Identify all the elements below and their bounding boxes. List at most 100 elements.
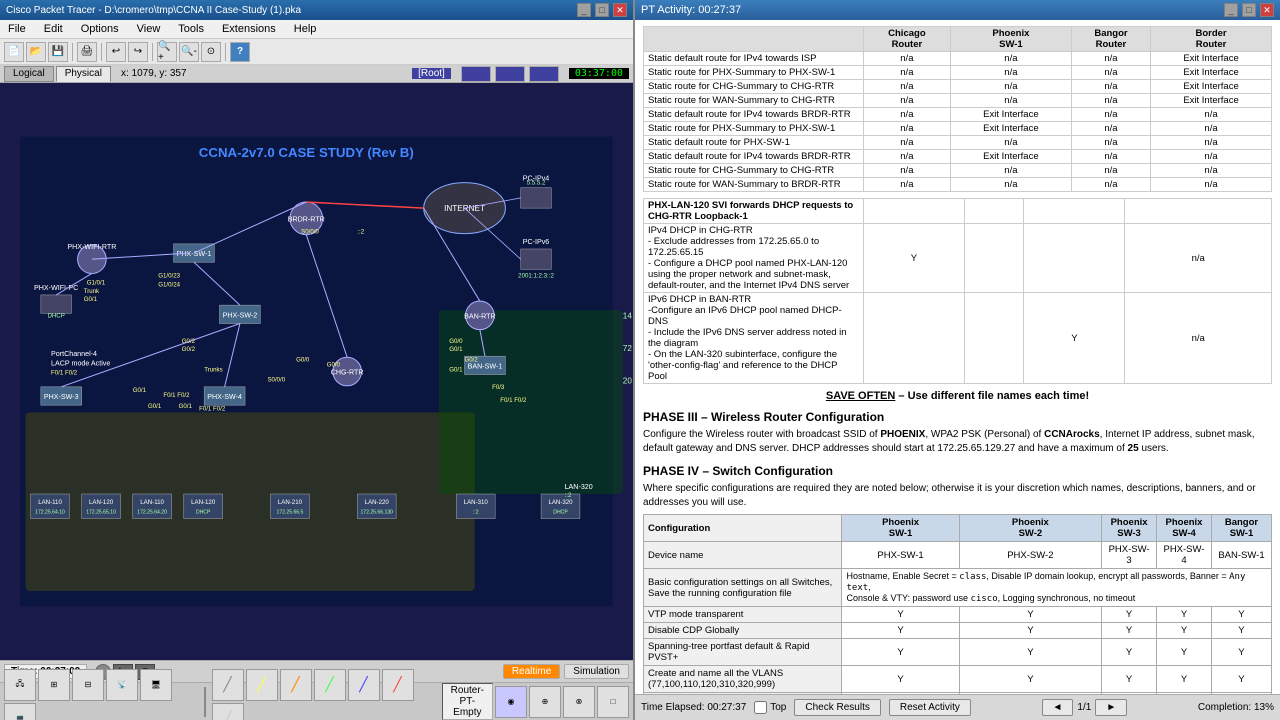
route-cell-8-4: n/a [1151, 164, 1272, 178]
save-suffix: – Use different file names each time! [898, 390, 1089, 402]
physical-tab[interactable]: Physical [56, 66, 111, 82]
svg-text:PortChannel-4: PortChannel-4 [51, 350, 97, 358]
menu-tools[interactable]: Tools [174, 22, 208, 36]
nav-btn3[interactable] [529, 66, 559, 82]
undo-btn[interactable]: ↩ [106, 42, 126, 62]
route-cell-2-3: n/a [1071, 80, 1150, 94]
time-elapsed-label: Time Elapsed: 00:27:37 [641, 702, 746, 713]
route-row-9: Static route for WAN-Summary to BRDR-RTR… [644, 178, 1272, 192]
menu-options[interactable]: Options [77, 22, 123, 36]
top-checkbox[interactable] [754, 701, 767, 714]
simulation-btn[interactable]: Simulation [564, 664, 629, 679]
reset-activity-btn[interactable]: Reset Activity [889, 699, 971, 716]
ipv6-dhcp-label: IPv6 DHCP in BAN-RTR -Configure an IPv6 … [644, 293, 864, 384]
pt-window-controls[interactable]: _ □ ✕ [577, 3, 627, 17]
svg-text:G0/0: G0/0 [449, 338, 463, 345]
activity-title-bar: PT Activity: 00:27:37 _ □ ✕ [635, 0, 1280, 20]
help-btn[interactable]: ? [230, 42, 250, 62]
minimize-btn[interactable]: _ [577, 3, 591, 17]
config-col-sw4: PhoenixSW-4 [1157, 515, 1212, 542]
dev-switch[interactable]: ⊞ [38, 669, 70, 701]
activity-window-controls[interactable]: _ □ ✕ [1224, 3, 1274, 17]
svg-text:72: 72 [623, 344, 633, 353]
menu-help[interactable]: Help [290, 22, 321, 36]
ipv6-chicago-col [863, 293, 964, 384]
cable3[interactable]: ╱ [280, 669, 312, 701]
dev-router[interactable]: 🖧 [4, 669, 36, 701]
nav-btn1[interactable] [461, 66, 491, 82]
route-cell-3-0: Static route for WAN-Summary to CHG-RTR [644, 94, 864, 108]
close-btn[interactable]: ✕ [613, 3, 627, 17]
svg-text:LAN-320: LAN-320 [548, 499, 573, 506]
menu-file[interactable]: File [4, 22, 30, 36]
next-page-btn[interactable]: ► [1095, 699, 1127, 716]
restore-btn[interactable]: □ [595, 3, 609, 17]
activity-maximize-btn[interactable]: □ [1242, 3, 1256, 17]
device-name-label: Device name [644, 542, 842, 569]
config-col-config: Configuration [644, 515, 842, 542]
network-canvas-area[interactable]: CCNA-2v7.0 CASE STUDY (Rev B) INTERNET P… [0, 83, 633, 660]
dev-pc[interactable]: 💻 [4, 703, 36, 720]
route-cell-3-4: Exit Interface [1151, 94, 1272, 108]
dev-wireless[interactable]: 📡 [106, 669, 138, 701]
menu-extensions[interactable]: Extensions [218, 22, 280, 36]
config-row-cdp: Disable CDP Globally YYYYY [644, 623, 1272, 639]
dev-sw3: PHX-SW-3 [1102, 542, 1157, 569]
route-cell-2-4: Exit Interface [1151, 80, 1272, 94]
dhcp-col1 [863, 199, 964, 224]
route-cell-9-4: n/a [1151, 178, 1272, 192]
svg-text:PHX-SW-3: PHX-SW-3 [44, 393, 79, 401]
mode-select3[interactable]: ⊗ [563, 686, 595, 718]
open-btn[interactable]: 📂 [26, 42, 46, 62]
route-cell-8-1: n/a [863, 164, 950, 178]
logical-tab[interactable]: Logical [4, 66, 54, 82]
basic-config-value: Hostname, Enable Secret = class, Disable… [842, 569, 1272, 607]
redo-btn[interactable]: ↪ [128, 42, 148, 62]
route-cell-5-2: Exit Interface [950, 122, 1071, 136]
check-results-btn[interactable]: Check Results [794, 699, 880, 716]
mode-select1[interactable]: ◉ [495, 686, 527, 718]
cable7[interactable]: ╱ [212, 703, 244, 720]
print-btn[interactable]: 🖨 [77, 42, 97, 62]
cable5[interactable]: ╱ [348, 669, 380, 701]
mode-select2[interactable]: ⊕ [529, 686, 561, 718]
svg-text:PC-IPv6: PC-IPv6 [523, 238, 550, 246]
prev-page-btn[interactable]: ◄ [1042, 699, 1074, 716]
svg-text:S0/0/0: S0/0/0 [301, 229, 319, 236]
activity-content[interactable]: ChicagoRouter PhoenixSW-1 BangorRouter B… [635, 20, 1280, 694]
zoom-reset-btn[interactable]: ⊙ [201, 42, 221, 62]
route-table: ChicagoRouter PhoenixSW-1 BangorRouter B… [643, 26, 1272, 192]
cable1[interactable]: ╱ [212, 669, 244, 701]
menu-view[interactable]: View [133, 22, 165, 36]
vtp-label: VTP mode transparent [644, 607, 842, 623]
route-row-5: Static route for PHX-Summary to PHX-SW-1… [644, 122, 1272, 136]
svg-text:LAN-320: LAN-320 [565, 483, 593, 491]
svg-text:172.25.64.10: 172.25.64.10 [35, 509, 65, 515]
activity-minimize-btn[interactable]: _ [1224, 3, 1238, 17]
ipv4-bangor-col [1024, 224, 1125, 293]
cable2[interactable]: ╱ [246, 669, 278, 701]
dev-server[interactable]: 🖥 [140, 669, 172, 701]
mode-select4[interactable]: □ [597, 686, 629, 718]
activity-close-btn[interactable]: ✕ [1260, 3, 1274, 17]
nav-btn2[interactable] [495, 66, 525, 82]
dev-hub[interactable]: ⊟ [72, 669, 104, 701]
route-row-3: Static route for WAN-Summary to CHG-RTRn… [644, 94, 1272, 108]
save-btn[interactable]: 💾 [48, 42, 68, 62]
zoom-in-btn[interactable]: 🔍+ [157, 42, 177, 62]
realtime-btn[interactable]: Realtime [503, 664, 560, 679]
toolbar-sep2 [101, 43, 102, 61]
activity-bottom-bar: Time Elapsed: 00:27:37 Top Check Results… [635, 694, 1280, 720]
menu-edit[interactable]: Edit [40, 22, 67, 36]
cable6[interactable]: ╱ [382, 669, 414, 701]
save-often-text: SAVE OFTEN [826, 390, 895, 402]
zoom-out-btn[interactable]: 🔍- [179, 42, 199, 62]
svg-text:G0/1: G0/1 [148, 403, 162, 410]
top-checkbox-label[interactable]: Top [754, 701, 786, 714]
cable4[interactable]: ╱ [314, 669, 346, 701]
svg-text:LAN-220: LAN-220 [365, 499, 390, 506]
timer-display: 03:37:00 [569, 68, 629, 79]
route-cell-1-4: Exit Interface [1151, 66, 1272, 80]
new-btn[interactable]: 📄 [4, 42, 24, 62]
activity-title: PT Activity: 00:27:37 [641, 4, 741, 16]
